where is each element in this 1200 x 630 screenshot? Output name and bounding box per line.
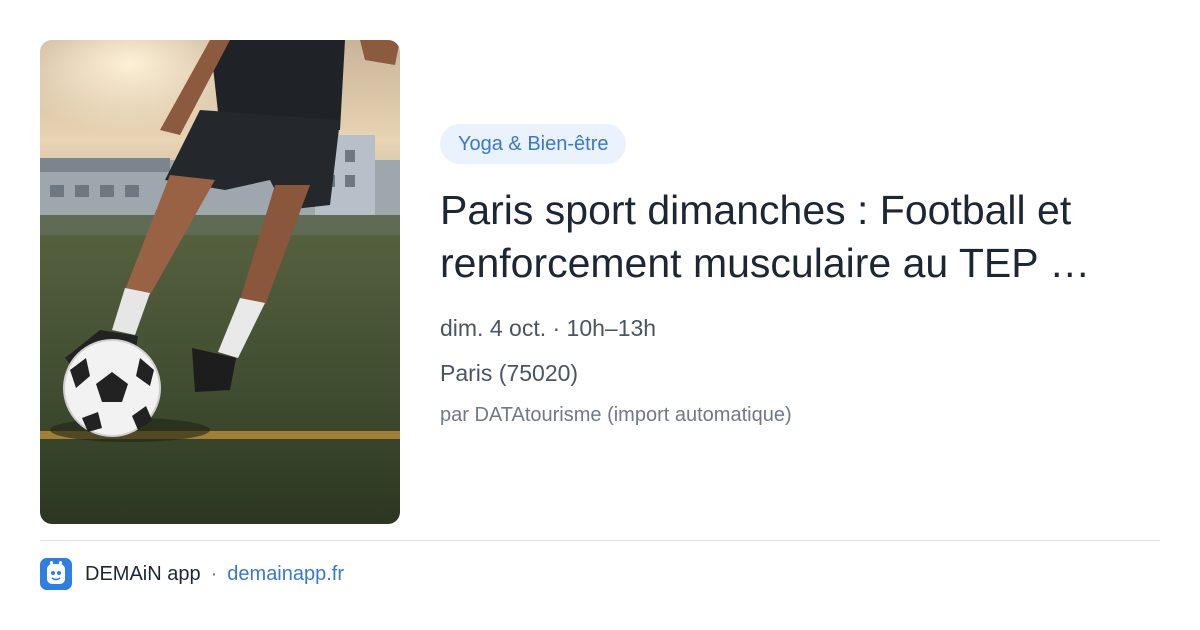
event-photo [40,40,400,524]
event-card[interactable]: Yoga & Bien-être Paris sport dimanches :… [0,0,1200,630]
event-details: Yoga & Bien-être Paris sport dimanches :… [440,124,1160,427]
footer: DEMAiN app · demainapp.fr [40,558,344,590]
event-date-time: dim. 4 oct. · 10h–13h [440,315,657,341]
app-name: DEMAiN app [85,562,201,585]
event-title[interactable]: Paris sport dimanches : Football et renf… [440,184,1150,290]
event-source: par DATAtourisme (import automatique) [440,404,792,426]
football-photo-image [40,40,400,524]
demain-app-logo-icon [40,558,72,590]
footer-divider [40,540,1160,541]
app-url-link[interactable]: demainapp.fr [227,563,344,586]
event-location: Paris (75020) [440,360,579,386]
category-tag[interactable]: Yoga & Bien-être [440,124,627,164]
footer-separator: · [210,562,218,585]
